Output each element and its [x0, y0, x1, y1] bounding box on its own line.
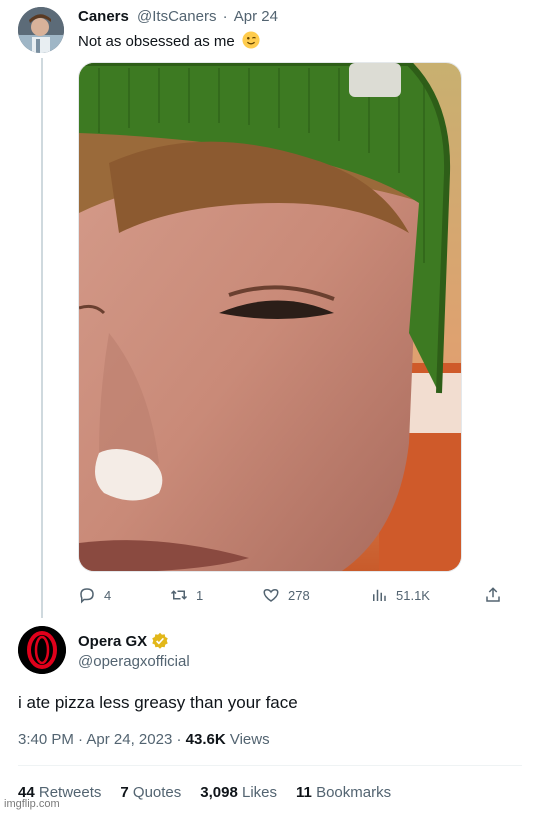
reply-count: 4 [104, 587, 112, 603]
gold-verified-icon [152, 632, 168, 649]
selfie-photo-image [79, 63, 461, 571]
view-count: 51.1K [396, 587, 430, 603]
separator-dot: · [78, 731, 84, 748]
retweet-icon [170, 590, 188, 600]
heart-icon [263, 588, 279, 602]
thread-connector-line [41, 58, 43, 618]
tweet-text-content: Not as obsessed as me [78, 33, 235, 50]
reply-button[interactable]: 4 [78, 584, 111, 606]
retweet-button[interactable]: 1 [170, 584, 203, 606]
caners-avatar[interactable] [18, 7, 64, 53]
caners-avatar-image [18, 7, 64, 53]
reply-author-name-row[interactable]: Opera GX [78, 632, 169, 650]
retweet-count: 1 [196, 587, 204, 603]
imgflip-watermark: imgflip.com [4, 798, 60, 810]
opera-gx-logo-icon [18, 626, 66, 674]
tweet-photo[interactable] [78, 62, 462, 572]
reply-stats-row: 44 Retweets 7 Quotes 3,098 Likes 11 Book… [18, 784, 391, 801]
like-button[interactable]: 278 [262, 584, 310, 606]
reply-author-handle[interactable]: @operagxofficial [78, 653, 190, 670]
winking-face-emoji-icon [242, 31, 260, 49]
reply-icon [80, 588, 94, 604]
author-handle[interactable]: @ItsCaners [137, 8, 216, 25]
author-name[interactable]: Caners [78, 8, 129, 25]
tweet-date[interactable]: Apr 24 [234, 8, 278, 25]
opera-gx-avatar[interactable] [18, 626, 66, 674]
reply-author-name: Opera GX [78, 632, 148, 650]
bookmarks-count: 11 [296, 784, 312, 801]
reply-date[interactable]: Apr 24, 2023 [86, 731, 172, 748]
quotes-label: Quotes [132, 784, 182, 801]
tweet-header: Caners @ItsCaners · Apr 24 [78, 8, 278, 25]
bookmarks-stat[interactable]: 11 Bookmarks [296, 784, 391, 801]
reply-time[interactable]: 3:40 PM [18, 731, 74, 748]
quotes-count: 7 [120, 784, 129, 801]
reply-view-label: Views [229, 731, 270, 748]
likes-label: Likes [242, 784, 278, 801]
reply-timestamp-row: 3:40 PM · Apr 24, 2023 · 43.6K Views [18, 731, 270, 748]
reply-text: i ate pizza less greasy than your face [18, 693, 298, 712]
bookmarks-label: Bookmarks [316, 784, 392, 801]
like-count: 278 [288, 587, 310, 603]
views-button[interactable]: 51.1K [370, 584, 430, 606]
likes-stat[interactable]: 3,098 Likes [200, 784, 277, 801]
likes-count: 3,098 [200, 784, 238, 801]
divider [18, 765, 522, 766]
separator-dot: · [222, 8, 228, 25]
separator-dot: · [176, 731, 182, 748]
tweet-text: Not as obsessed as me [78, 31, 260, 50]
reply-view-count: 43.6K [185, 731, 226, 748]
share-icon [486, 587, 500, 602]
views-chart-icon [373, 589, 386, 601]
tweet-actions-bar: 4 1 278 51.1K [78, 584, 502, 606]
share-button[interactable] [484, 584, 502, 606]
quotes-stat[interactable]: 7 Quotes [120, 784, 181, 801]
